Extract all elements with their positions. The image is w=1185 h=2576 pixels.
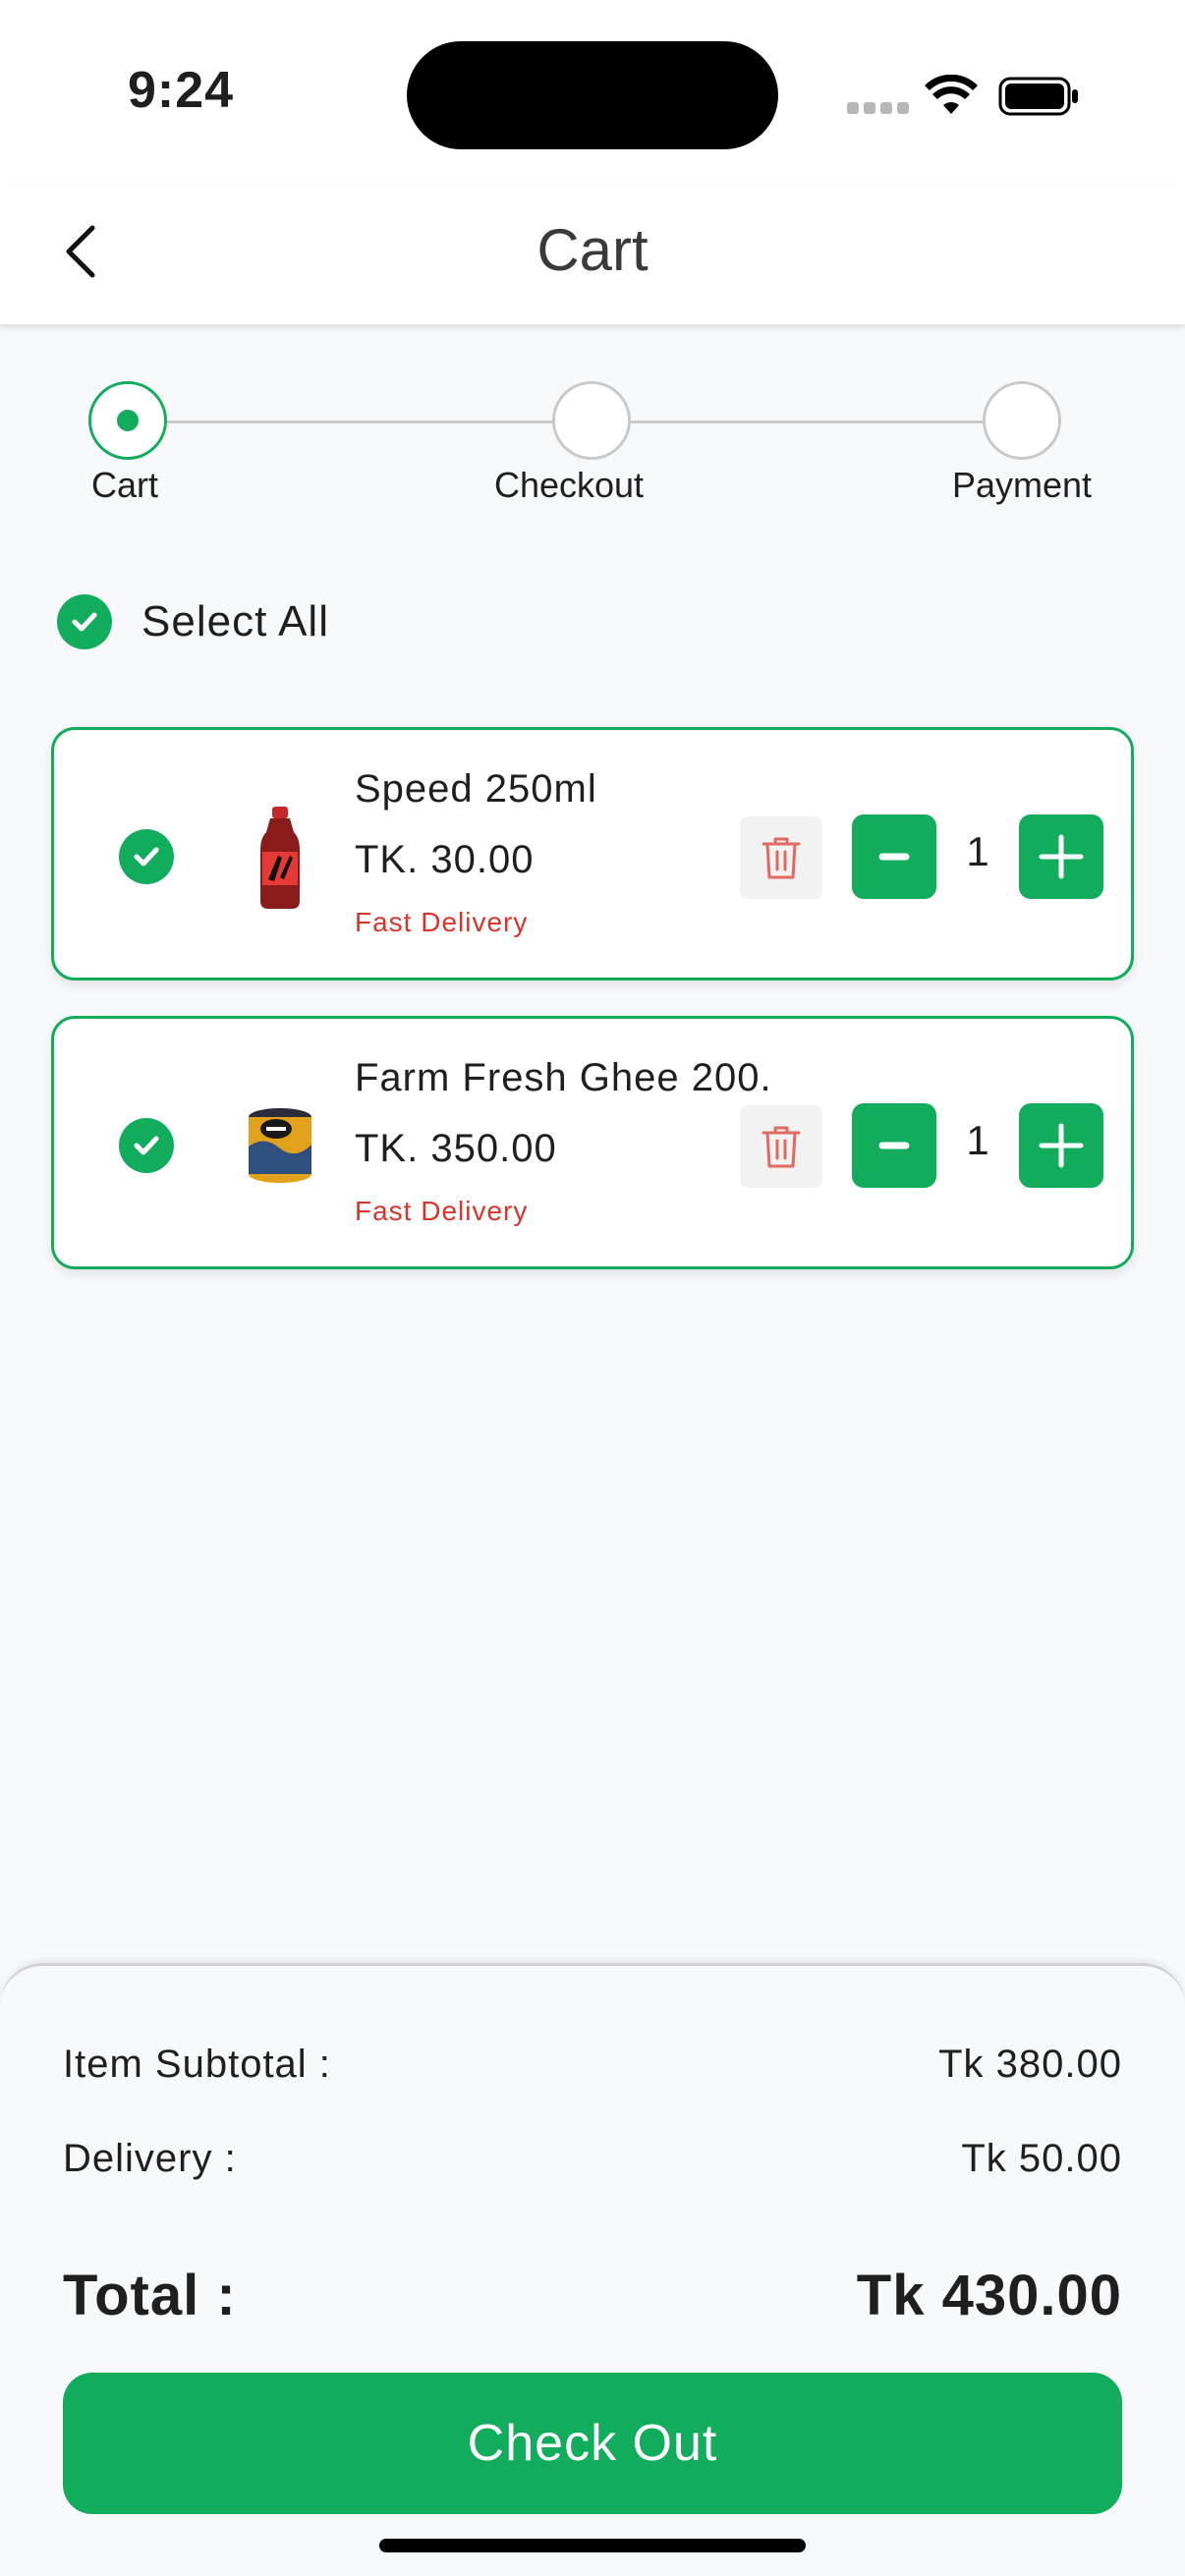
subtotal-label: Item Subtotal : — [63, 2043, 331, 2086]
item-check-circle-icon[interactable] — [119, 829, 174, 884]
status-time: 9:24 — [128, 62, 235, 119]
select-all-toggle[interactable]: Select All — [57, 594, 329, 649]
checkout-stepper: Cart Checkout Payment — [0, 373, 1185, 521]
check-circle-icon[interactable] — [57, 594, 112, 649]
status-bar: 9:24 — [0, 0, 1185, 187]
ghee-tin-icon — [249, 1108, 311, 1183]
delivery-value: Tk 50.00 — [961, 2137, 1122, 2180]
app-header: Cart — [0, 187, 1185, 324]
soda-bottle-icon — [260, 807, 300, 909]
total-label: Total : — [63, 2264, 237, 2327]
decrease-quantity-button[interactable] — [852, 1103, 936, 1188]
step-connector — [167, 420, 554, 423]
quantity-value: 1 — [966, 1117, 989, 1163]
quantity-value: 1 — [966, 828, 989, 874]
minus-icon — [878, 1142, 910, 1149]
increase-quantity-button[interactable] — [1019, 1103, 1103, 1188]
dynamic-island — [407, 41, 778, 149]
trash-icon — [762, 1126, 801, 1168]
delivery-tag: Fast Delivery — [355, 907, 529, 937]
delivery-tag: Fast Delivery — [355, 1196, 529, 1226]
increase-quantity-button[interactable] — [1019, 814, 1103, 899]
trash-icon — [762, 837, 801, 879]
checkout-button[interactable]: Check Out — [63, 2373, 1122, 2514]
delete-item-button[interactable] — [740, 1105, 822, 1188]
step-checkout-label: Checkout — [493, 465, 645, 505]
select-all-label: Select All — [141, 597, 329, 645]
item-check-circle-icon[interactable] — [119, 1118, 174, 1173]
delete-item-button[interactable] — [740, 816, 822, 899]
battery-icon — [998, 77, 1078, 116]
page-title: Cart — [536, 217, 649, 283]
total-value: Tk 430.00 — [856, 2264, 1122, 2327]
order-summary: Item Subtotal : Tk 380.00 Delivery : Tk … — [0, 1963, 1185, 2576]
item-price: TK. 350.00 — [355, 1127, 557, 1170]
cellular-signal-icon — [847, 102, 910, 116]
item-name: Speed 250ml — [355, 767, 597, 811]
step-checkout-indicator — [552, 381, 631, 460]
minus-icon — [878, 853, 910, 861]
step-connector — [631, 420, 983, 423]
wifi-icon — [925, 75, 978, 114]
item-price: TK. 30.00 — [355, 838, 535, 881]
step-payment-label: Payment — [951, 465, 1093, 505]
delivery-label: Delivery : — [63, 2137, 237, 2180]
home-indicator — [379, 2539, 806, 2552]
step-cart-indicator — [88, 381, 167, 460]
cart-item: Farm Fresh Ghee 200... TK. 350.00 Fast D… — [51, 1016, 1134, 1269]
subtotal-value: Tk 380.00 — [938, 2043, 1122, 2086]
cart-item: Speed 250ml TK. 30.00 Fast Delivery 1 — [51, 727, 1134, 980]
plus-icon — [1039, 1123, 1084, 1168]
decrease-quantity-button[interactable] — [852, 814, 936, 899]
step-payment-indicator — [983, 381, 1061, 460]
step-cart-label: Cart — [90, 465, 158, 505]
item-name: Farm Fresh Ghee 200... — [355, 1056, 767, 1099]
plus-icon — [1039, 834, 1084, 879]
